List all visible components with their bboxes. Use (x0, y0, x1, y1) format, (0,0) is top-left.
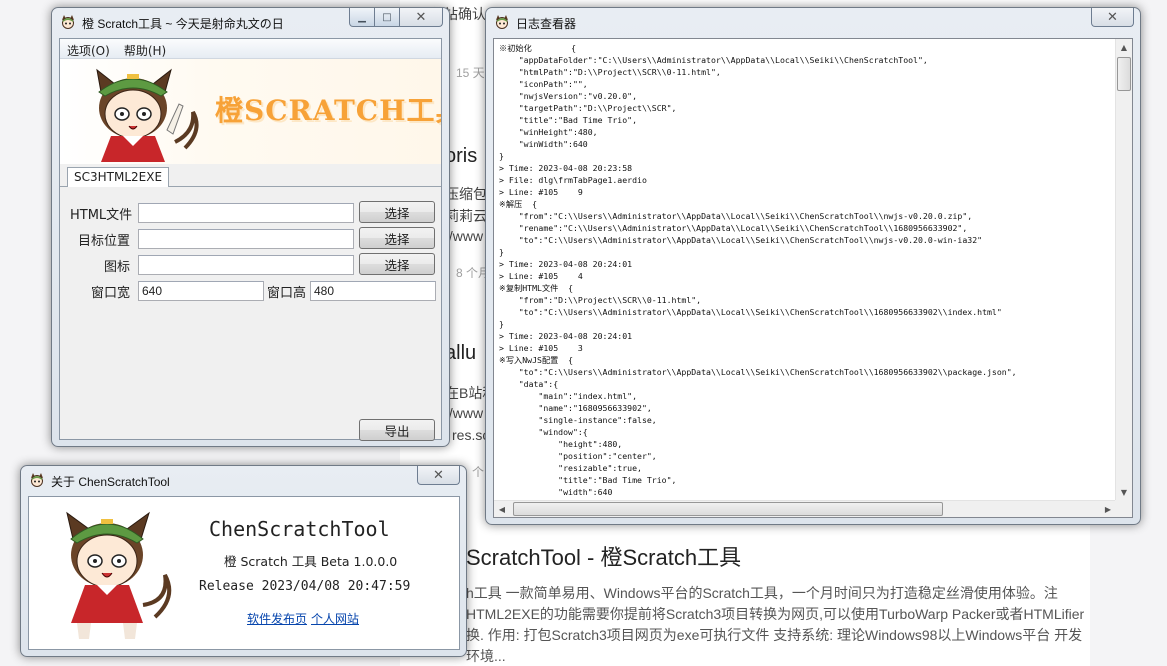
about-window[interactable]: 关于 ChenScratchTool ✕ ChenScratchTool 橙 S… (20, 465, 467, 657)
chen-character-image (66, 511, 172, 639)
background-line: res.sc (452, 427, 490, 443)
background-article-desc: 环境... (466, 648, 506, 664)
background-meta: 15 天 (456, 66, 485, 80)
vertical-scrollbar[interactable]: ▲ ▼ (1115, 39, 1132, 501)
menu-bar: 选项(O) 帮助(H) (60, 39, 441, 59)
close-icon[interactable]: ✕ (1091, 8, 1134, 27)
window-title: 橙 Scratch工具 ~ 今天是射命丸文の日 (82, 17, 284, 31)
window-title: 关于 ChenScratchTool (51, 475, 170, 489)
scroll-right-icon[interactable]: ▶ (1100, 501, 1116, 517)
title-bar[interactable]: 日志查看器 ✕ (486, 8, 1140, 36)
background-article-desc: 换. 作用: 打包Scratch3项目网页为exe可执行文件 支持系统: 理论W… (466, 627, 1083, 643)
background-article-desc: HTML2EXE的功能需要你提前将Scratch3项目转换为网页,可以使用Tur… (466, 606, 1085, 622)
scroll-left-icon[interactable]: ◀ (494, 501, 510, 517)
window-height-label: 窗口高 (266, 286, 306, 301)
target-path-label: 目标位置 (77, 234, 130, 249)
tab-page-sc3html2exe: HTML文件 选择 目标位置 选择 图标 选择 窗口宽 640 窗口高 480 … (60, 187, 441, 441)
chen-app-icon (31, 473, 43, 487)
title-bar[interactable]: 橙 Scratch工具 ~ 今天是射命丸文の日 ▁ □ ✕ (52, 8, 449, 36)
horizontal-scroll-thumb[interactable] (513, 502, 943, 516)
chen-character-image (96, 68, 199, 162)
background-article-desc: h工具 一款简单易用、Windows平台的Scratch工具，一个月时间只为打造… (466, 585, 1058, 601)
background-line: 莉莉云 (445, 208, 487, 224)
about-release-date: Release 2023/04/08 20:47:59 (199, 579, 411, 594)
window-width-input[interactable]: 640 (138, 281, 264, 301)
menu-options[interactable]: 选项(O) (60, 39, 117, 58)
title-bar[interactable]: 关于 ChenScratchTool ✕ (21, 466, 466, 494)
background-line: 压缩包 (445, 186, 487, 202)
choose-icon-button[interactable]: 选择 (359, 253, 435, 275)
scroll-down-icon[interactable]: ▼ (1116, 484, 1132, 501)
html-file-label: HTML文件 (70, 208, 133, 223)
release-page-link[interactable]: 软件发布页 (247, 610, 307, 627)
close-icon[interactable]: ✕ (400, 8, 443, 27)
minimize-icon[interactable]: ▁ (349, 8, 375, 27)
vertical-scroll-thumb[interactable] (1117, 57, 1131, 91)
chen-app-icon (496, 15, 508, 29)
background-line: //www (445, 405, 484, 421)
window-title: 日志查看器 (516, 17, 577, 31)
about-content: ChenScratchTool 橙 Scratch 工具 Beta 1.0.0.… (28, 496, 460, 650)
background-article-title[interactable]: ScratchTool - 橙Scratch工具 (466, 540, 741, 572)
choose-html-button[interactable]: 选择 (359, 201, 435, 223)
maximize-icon[interactable]: □ (375, 8, 400, 27)
about-version: 橙 Scratch 工具 Beta 1.0.0.0 (224, 554, 398, 569)
background-line: //www (445, 228, 484, 244)
log-textbox[interactable]: ※初始化 { "appDataFolder":"C:\\Users\\Admin… (493, 38, 1133, 518)
about-app-name: ChenScratchTool (209, 517, 390, 541)
tab-strip: SC3HTML2EXE (60, 165, 441, 188)
horizontal-scrollbar[interactable]: ◀ ▶ (494, 500, 1116, 517)
close-icon[interactable]: ✕ (417, 466, 460, 485)
chen-scratch-tool-window[interactable]: 橙 Scratch工具 ~ 今天是射命丸文の日 ▁ □ ✕ 选项(O) 帮助(H… (51, 7, 450, 447)
target-path-input[interactable] (138, 229, 354, 249)
window-width-label: 窗口宽 (90, 286, 130, 301)
icon-label: 图标 (103, 260, 130, 275)
personal-website-link[interactable]: 个人网站 (311, 610, 359, 627)
banner-title: 橙SCRATCH工具 (215, 94, 441, 127)
window-height-input[interactable]: 480 (310, 281, 436, 301)
menu-help[interactable]: 帮助(H) (117, 39, 173, 58)
tab-sc3html2exe[interactable]: SC3HTML2EXE (67, 167, 170, 188)
log-viewer-window[interactable]: 日志查看器 ✕ ※初始化 { "appDataFolder":"C:\\User… (485, 7, 1141, 525)
scroll-up-icon[interactable]: ▲ (1116, 39, 1132, 56)
scroll-corner (1115, 500, 1132, 517)
choose-target-button[interactable]: 选择 (359, 227, 435, 249)
chen-app-icon (62, 15, 74, 29)
export-button[interactable]: 导出 (359, 419, 435, 441)
background-meta: 个 (472, 465, 485, 479)
log-content: ※初始化 { "appDataFolder":"C:\\Users\\Admin… (499, 43, 1017, 497)
html-file-input[interactable] (138, 203, 354, 223)
banner: 橙SCRATCH工具 (60, 59, 441, 164)
icon-path-input[interactable] (138, 255, 354, 275)
main-client-area: 选项(O) 帮助(H) 橙SCRATCH工具 SC3HTML2EXE HTML文… (59, 38, 442, 441)
